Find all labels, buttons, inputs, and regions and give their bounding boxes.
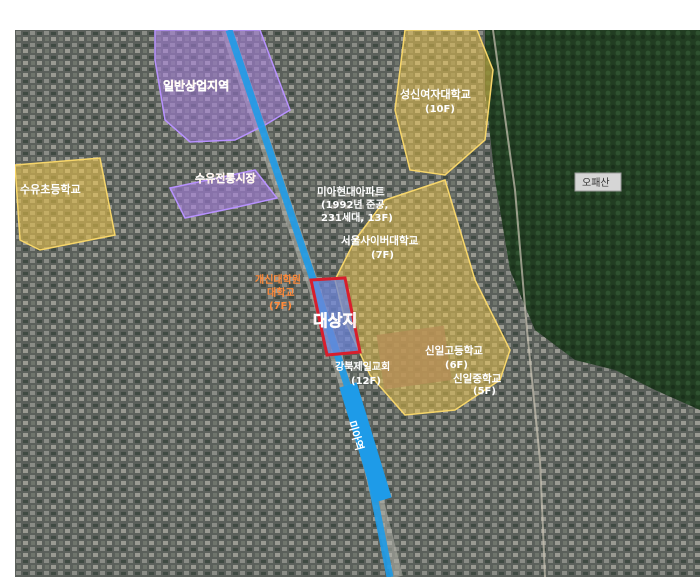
sinil-middle-floors: (5F) [473, 386, 496, 397]
cyber-univ-label: 서울사이버대학교 [341, 234, 419, 247]
sinil-high-floors: (6F) [445, 360, 468, 371]
sinil-middle-label: 신일중학교 [453, 372, 502, 385]
site-label: 대상지 [313, 311, 357, 330]
mountain-label: 오패산 [582, 177, 610, 189]
sungshin-univ-label: 성신여자대학교 [400, 87, 471, 101]
market-label: 수유전통시장 [195, 171, 256, 185]
commercial-zone-label: 일반상업지역 [163, 78, 229, 93]
church-label: 강북제일교회 [335, 360, 390, 373]
apartment-line2: (1992년 준공, [321, 198, 388, 211]
apartment-line3: 231세대, 13F) [321, 211, 393, 224]
suyu-elementary-label: 수유초등학교 [20, 182, 81, 196]
sungshin-univ-floors: (10F) [425, 104, 455, 115]
aerial-map: 일반상업지역 수유전통시장 수유초등학교 성신여자대학교 (10F) 미아현대아… [15, 30, 700, 577]
cyber-univ-floors: (7F) [371, 250, 394, 261]
gaeshin-univ-label: 개신대학원 [255, 273, 301, 286]
sports-field [376, 325, 452, 390]
gaeshin-univ-label2: 대학교 [267, 286, 295, 299]
church-floors: (12F) [351, 376, 381, 387]
apartment-line1: 미아현대아파트 [317, 185, 385, 198]
sinil-high-label: 신일고등학교 [425, 344, 483, 357]
suyu-elementary-area [15, 157, 116, 251]
gaeshin-univ-floors: (7F) [269, 301, 292, 312]
